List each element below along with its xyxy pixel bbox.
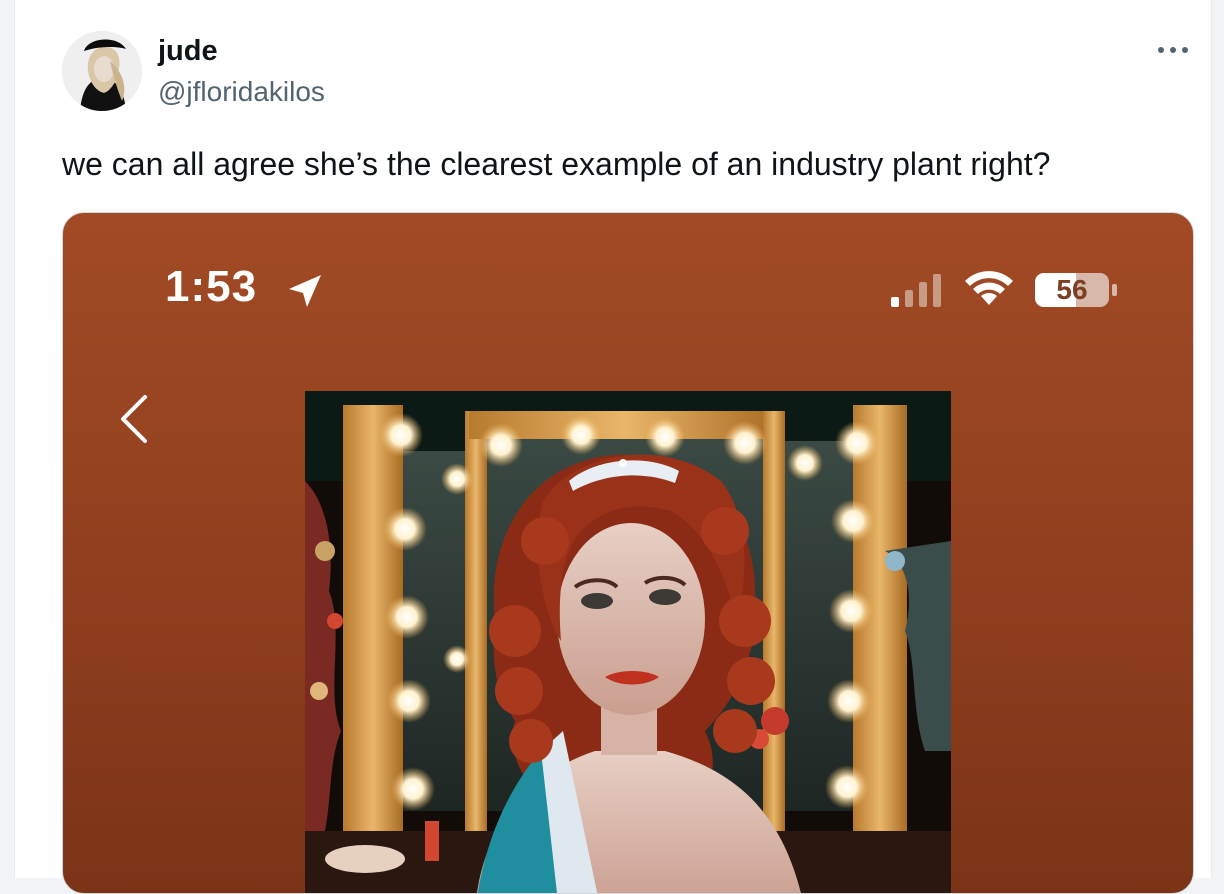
- cellular-signal-icon: [891, 274, 941, 307]
- wifi-icon: [965, 271, 1013, 305]
- tweet-media[interactable]: 1:53 56: [62, 212, 1194, 894]
- avatar-image: [62, 31, 142, 111]
- location-arrow-icon: [289, 275, 321, 307]
- author-handle[interactable]: @jfloridakilos: [158, 76, 325, 108]
- battery-icon: 56: [1035, 273, 1109, 307]
- album-cover-illustration: [305, 391, 951, 893]
- chevron-left-icon[interactable]: [115, 391, 151, 447]
- avatar[interactable]: [62, 31, 142, 111]
- author-name[interactable]: jude: [158, 35, 218, 68]
- battery-tip: [1112, 284, 1117, 296]
- status-bar-time: 1:53: [165, 262, 258, 311]
- more-horizontal-icon[interactable]: [1152, 38, 1194, 62]
- tweet-text: we can all agree she’s the clearest exam…: [62, 146, 1051, 182]
- tweet-card[interactable]: jude @jfloridakilos we can all agree she…: [14, 0, 1212, 894]
- battery-percent: 56: [1056, 274, 1088, 305]
- album-cover-image[interactable]: [305, 391, 951, 893]
